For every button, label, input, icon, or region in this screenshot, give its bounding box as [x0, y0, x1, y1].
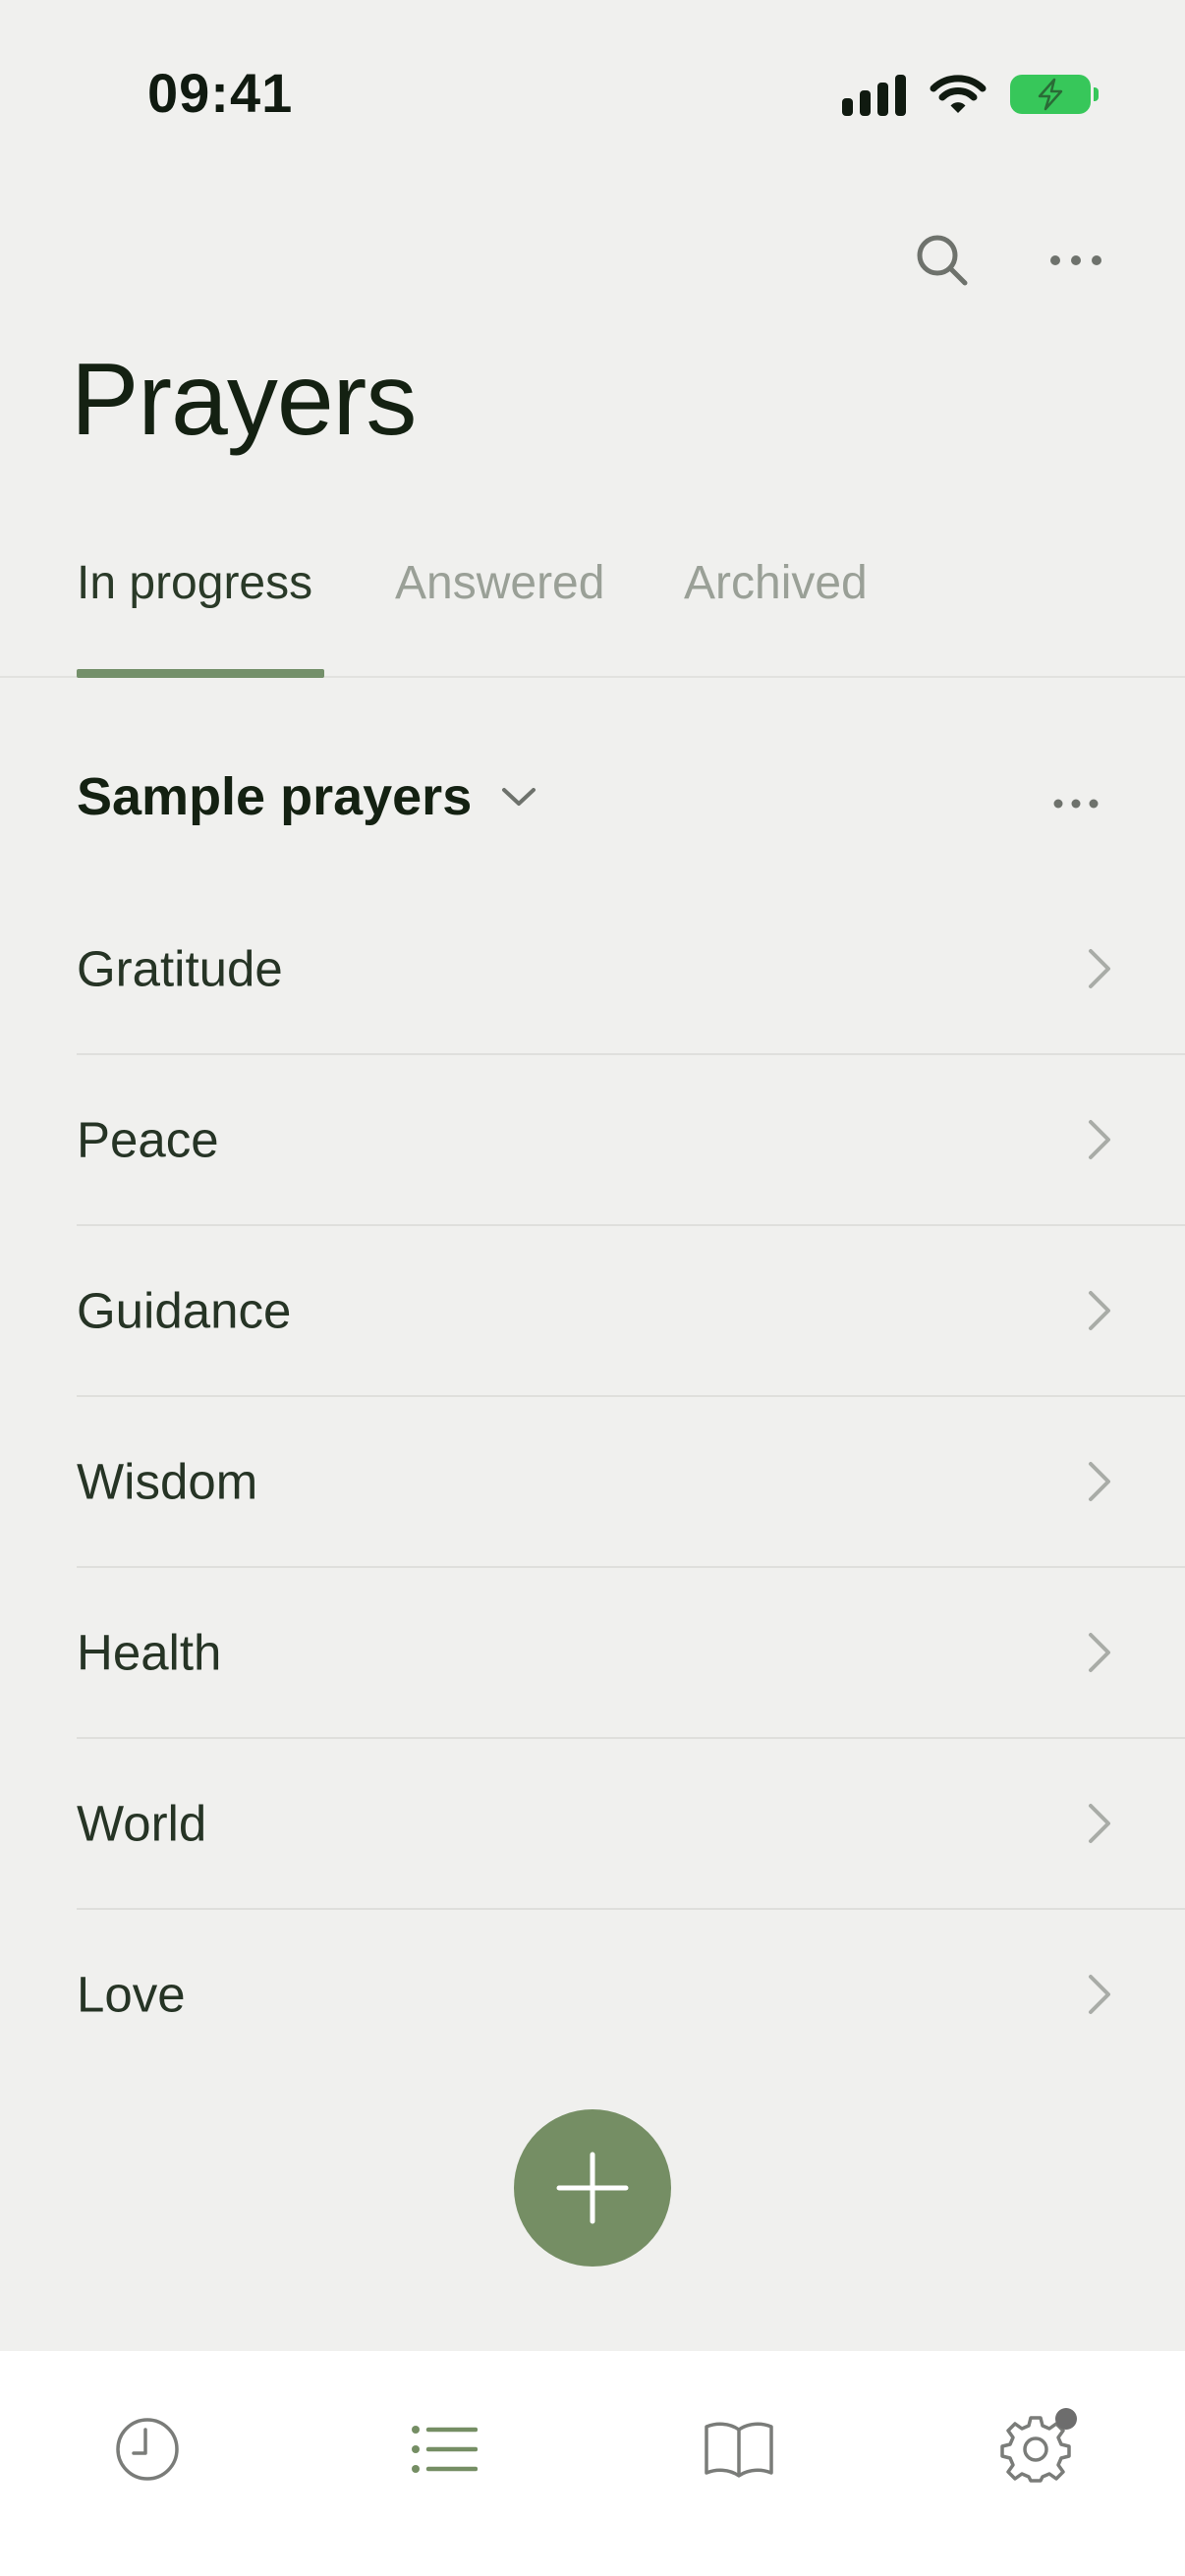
prayer-item-wisdom[interactable]: Wisdom	[77, 1397, 1185, 1568]
notification-badge	[1055, 2408, 1077, 2430]
section-more-button[interactable]	[1044, 771, 1108, 836]
chevron-down-icon	[502, 788, 536, 806]
cellular-signal-icon	[842, 73, 906, 116]
tab-archived[interactable]: Archived	[684, 556, 868, 610]
add-prayer-button[interactable]	[514, 2109, 671, 2267]
battery-charging-icon	[1010, 75, 1099, 114]
status-icons	[842, 73, 1099, 116]
more-options-button[interactable]	[1044, 228, 1108, 293]
chevron-right-icon	[1089, 1633, 1110, 1672]
bottom-navigation	[0, 2351, 1185, 2576]
prayer-item-gratitude[interactable]: Gratitude	[77, 884, 1185, 1055]
search-button[interactable]	[910, 228, 975, 293]
prayer-label: Peace	[77, 1111, 219, 1168]
prayer-item-love[interactable]: Love	[77, 1910, 1185, 2079]
chevron-right-icon	[1089, 949, 1110, 988]
nav-scripture[interactable]	[690, 2400, 788, 2498]
prayer-label: Wisdom	[77, 1453, 258, 1510]
prayer-label: Love	[77, 1966, 186, 2023]
chevron-right-icon	[1089, 1462, 1110, 1501]
chevron-right-icon	[1089, 1291, 1110, 1330]
active-tab-indicator	[77, 669, 324, 678]
chevron-right-icon	[1089, 1975, 1110, 2014]
list-icon	[412, 2426, 478, 2473]
prayer-label: Guidance	[77, 1282, 292, 1339]
plus-icon	[556, 2152, 629, 2224]
prayer-list: Gratitude Peace Guidance Wisdom Health W…	[77, 884, 1185, 2079]
wifi-icon	[930, 75, 987, 113]
prayer-label: World	[77, 1795, 207, 1852]
prayer-label: Gratitude	[77, 940, 283, 997]
clock-icon	[116, 2418, 179, 2481]
nav-prayers[interactable]	[395, 2400, 493, 2498]
search-icon	[917, 235, 968, 286]
prayer-item-guidance[interactable]: Guidance	[77, 1226, 1185, 1397]
status-bar: 09:41	[0, 0, 1185, 196]
book-icon	[705, 2422, 773, 2478]
tab-answered[interactable]: Answered	[395, 556, 604, 610]
section-selector[interactable]: Sample prayers	[77, 766, 536, 827]
tab-bar: In progress Answered Archived	[0, 550, 1185, 678]
nav-history[interactable]	[98, 2400, 197, 2498]
chevron-right-icon	[1089, 1120, 1110, 1159]
prayers-screen: 09:41 Prayers In progress Answered Archi…	[0, 0, 1185, 2576]
chevron-right-icon	[1089, 1804, 1110, 1843]
tab-in-progress[interactable]: In progress	[77, 556, 312, 610]
top-actions	[910, 228, 1108, 293]
prayer-label: Health	[77, 1624, 222, 1681]
section-title: Sample prayers	[77, 767, 473, 826]
more-icon	[1050, 255, 1101, 265]
page-title: Prayers	[71, 343, 417, 457]
more-icon	[1053, 799, 1099, 809]
prayer-item-world[interactable]: World	[77, 1739, 1185, 1910]
status-time: 09:41	[147, 62, 294, 124]
nav-settings[interactable]	[987, 2400, 1085, 2498]
prayer-item-health[interactable]: Health	[77, 1568, 1185, 1739]
prayer-item-peace[interactable]: Peace	[77, 1055, 1185, 1226]
